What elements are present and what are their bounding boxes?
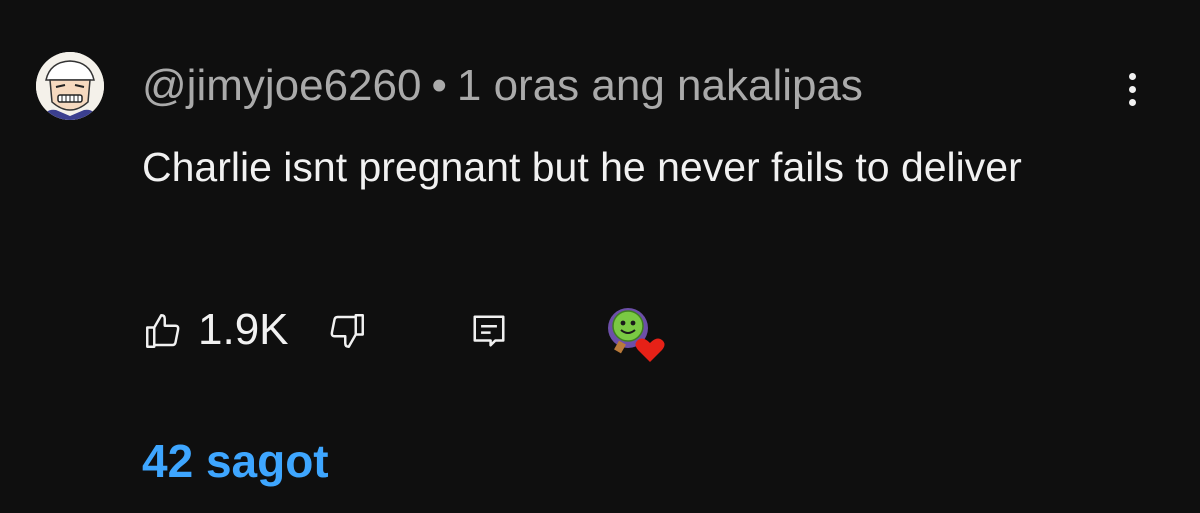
thumb-up-icon	[146, 314, 180, 348]
view-replies-link[interactable]: 42 sagot	[142, 432, 329, 490]
comment-thread: @jimyjoe6260 • 1 oras ang nakalipas Charli…	[0, 0, 1200, 513]
more-vertical-icon	[1128, 72, 1136, 80]
reply-button[interactable]	[470, 312, 508, 350]
like-button[interactable]	[142, 310, 184, 352]
separator-dot: •	[431, 61, 447, 110]
anime-character-avatar-icon	[36, 52, 104, 120]
author-name[interactable]: @jimyjoe6260	[142, 61, 421, 110]
comment-header: @jimyjoe6260 • 1 oras ang nakalipas	[142, 58, 863, 114]
more-dot	[1128, 85, 1136, 93]
more-dot	[1128, 98, 1136, 106]
comment-timestamp[interactable]: 1 oras ang nakalipas	[457, 61, 863, 110]
comment-text: Charlie isnt pregnant but he never fails…	[142, 144, 1022, 190]
reply-icon	[473, 315, 505, 347]
like-count: 1.9K	[198, 305, 289, 354]
more-options-button[interactable]	[1112, 64, 1152, 114]
avatar[interactable]	[36, 52, 104, 120]
thumb-down-icon	[330, 314, 364, 348]
creator-heart-badge[interactable]	[604, 304, 668, 364]
dislike-button[interactable]	[326, 310, 368, 352]
creator-heart-icon	[608, 308, 665, 362]
